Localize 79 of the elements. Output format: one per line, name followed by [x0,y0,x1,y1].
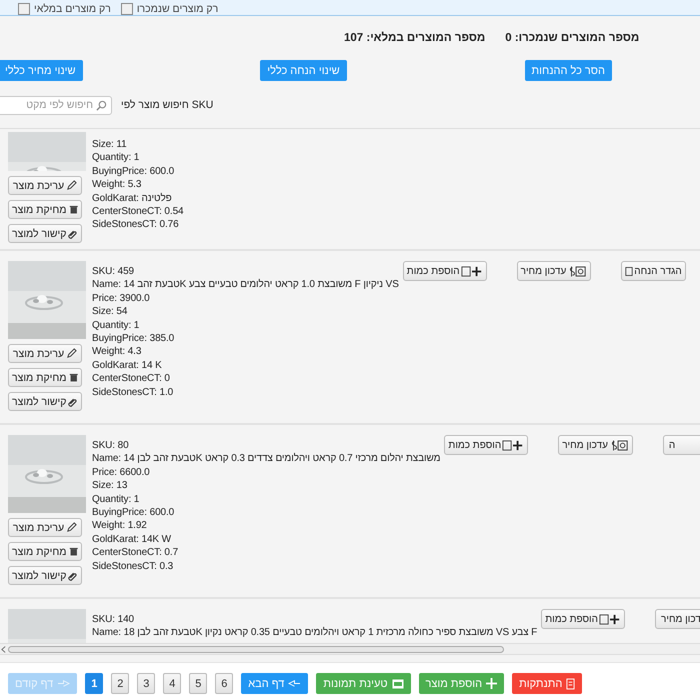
product-field: SKU: 80 [92,439,440,452]
product-field: Name: טבעת זהב 14K משובצת 1.0 קראט יהלומים טבעיים צבע F ניקיון VS [92,278,399,292]
product-field: Price: 3900.0 [92,292,399,306]
pencil-icon [66,522,78,533]
paperclip-icon [68,570,78,581]
product-field: Quantity: 1 [92,151,184,165]
row-action-button[interactable]: עדכון מחיר [558,435,633,455]
product-action-button[interactable]: מחיקת מוצר [8,368,82,387]
dollar-icon [567,266,588,276]
product-field: SideStonesCT: 1.0 [92,386,399,400]
search-icon [96,100,107,110]
product-field: Weight: 1.92 [92,519,440,533]
scrollbar-thumb[interactable] [8,646,504,652]
footer-action-button[interactable]: התנתקות [512,673,582,694]
product-action-button[interactable]: קישור למוצר [8,392,82,411]
filter-checkbox[interactable]: רק מוצרים שנמכרו [120,3,218,15]
door-icon [566,678,576,690]
product-field: Name: טבעת זהב לבן 14K משובצת יהלום מרכזי 0.7 קראט ויהלומים צדדים 0.3 קראט [92,452,440,466]
plus-icon [460,266,483,276]
product-field: Size: 54 [92,305,399,319]
page-number-button[interactable]: 2 [111,673,130,694]
horizontal-scrollbar[interactable] [0,643,700,655]
in-stock-count: מספר המוצרים במלאי: 107 [344,32,486,46]
product-field: BuyingPrice: 600.0 [92,506,440,520]
product-field: Size: 13 [92,479,440,493]
page-number-button[interactable]: 1 [85,673,104,694]
search-label: חיפוש מוצר לפי SKU [121,99,214,111]
product-field: Weight: 4.3 [92,345,399,359]
product-field: Quantity: 1 [92,492,440,506]
product-action-button[interactable]: מחיקת מוצר [8,200,82,219]
trash-icon [68,546,78,557]
filter-checkbox[interactable]: רק מוצרים במלאי [18,3,111,15]
product-action-button[interactable]: עריכת מוצר [8,176,82,195]
paperclip-icon [68,396,78,407]
product-field: GoldKarat: 14K W [92,532,440,546]
trash-icon [68,204,78,215]
plus-icon [502,440,524,450]
product-field: SKU: 140 [92,613,538,626]
row-action-button[interactable]: עדכון מחיר [516,261,592,281]
product-field: BuyingPrice: 600.0 [92,164,184,178]
product-field: SideStonesCT: 0.3 [92,560,440,574]
image-icon [392,678,404,688]
page-number-button[interactable]: 4 [163,673,182,694]
product-action-button[interactable]: עריכת מוצר [8,518,82,537]
product-field: CenterStoneCT: 0.7 [92,546,440,560]
product-action-button[interactable]: מחיקת מוצר [8,542,82,561]
square-icon [625,266,634,276]
product-field: CenterStoneCT: 0 [92,372,399,386]
plus-icon [486,678,498,689]
product-field: BuyingPrice: 385.0 [92,332,399,346]
row-action-button[interactable]: הוספת כמות [402,261,487,281]
product-field: SKU: 459 [92,265,399,278]
product-field: Weight: 5.3 [92,178,184,192]
product-action-button[interactable]: עריכת מוצר [8,344,82,363]
product-field: Quantity: 1 [92,318,399,332]
row-action-button[interactable]: ה [662,435,700,455]
pencil-icon [66,348,78,359]
product-field: Price: 6600.0 [92,466,440,480]
paperclip-icon [68,228,78,239]
product-field: Size: 11 [92,138,184,152]
scroll-left-icon[interactable] [1,646,6,652]
trash-icon [68,372,78,383]
page-number-button[interactable]: 3 [137,673,156,694]
plus-icon [599,614,621,624]
pencil-icon [66,180,78,191]
product-field: SideStonesCT: 0.76 [92,218,184,232]
row-action-button[interactable]: הגדר הנחה [621,261,686,281]
product-field: CenterStoneCT: 0.54 [92,205,184,218]
product-action-button[interactable]: קישור למוצר [8,566,82,585]
page-number-button[interactable]: 5 [189,673,208,694]
page-number-button[interactable]: 6 [215,673,234,694]
product-field: Name: טבעת זהב לבן 18K משובצת ספיר כחולה מרכזית 1 קראט ויהלומים טבעיים 0.35 קראט נקיון VS צבע F [92,626,538,640]
product-action-button[interactable]: קישור למוצר [8,224,82,243]
product-field: GoldKarat: פלטינה [92,192,184,206]
search-field[interactable]: חיפוש לפי מקט [0,96,112,114]
sold-count: מספר המוצרים שנמכרו: 0 [505,32,640,46]
row-action-button[interactable]: הוספת כמות [541,609,625,629]
product-field: GoldKarat: 14 K [92,358,399,372]
row-action-button[interactable]: הוספת כמות [444,435,528,455]
